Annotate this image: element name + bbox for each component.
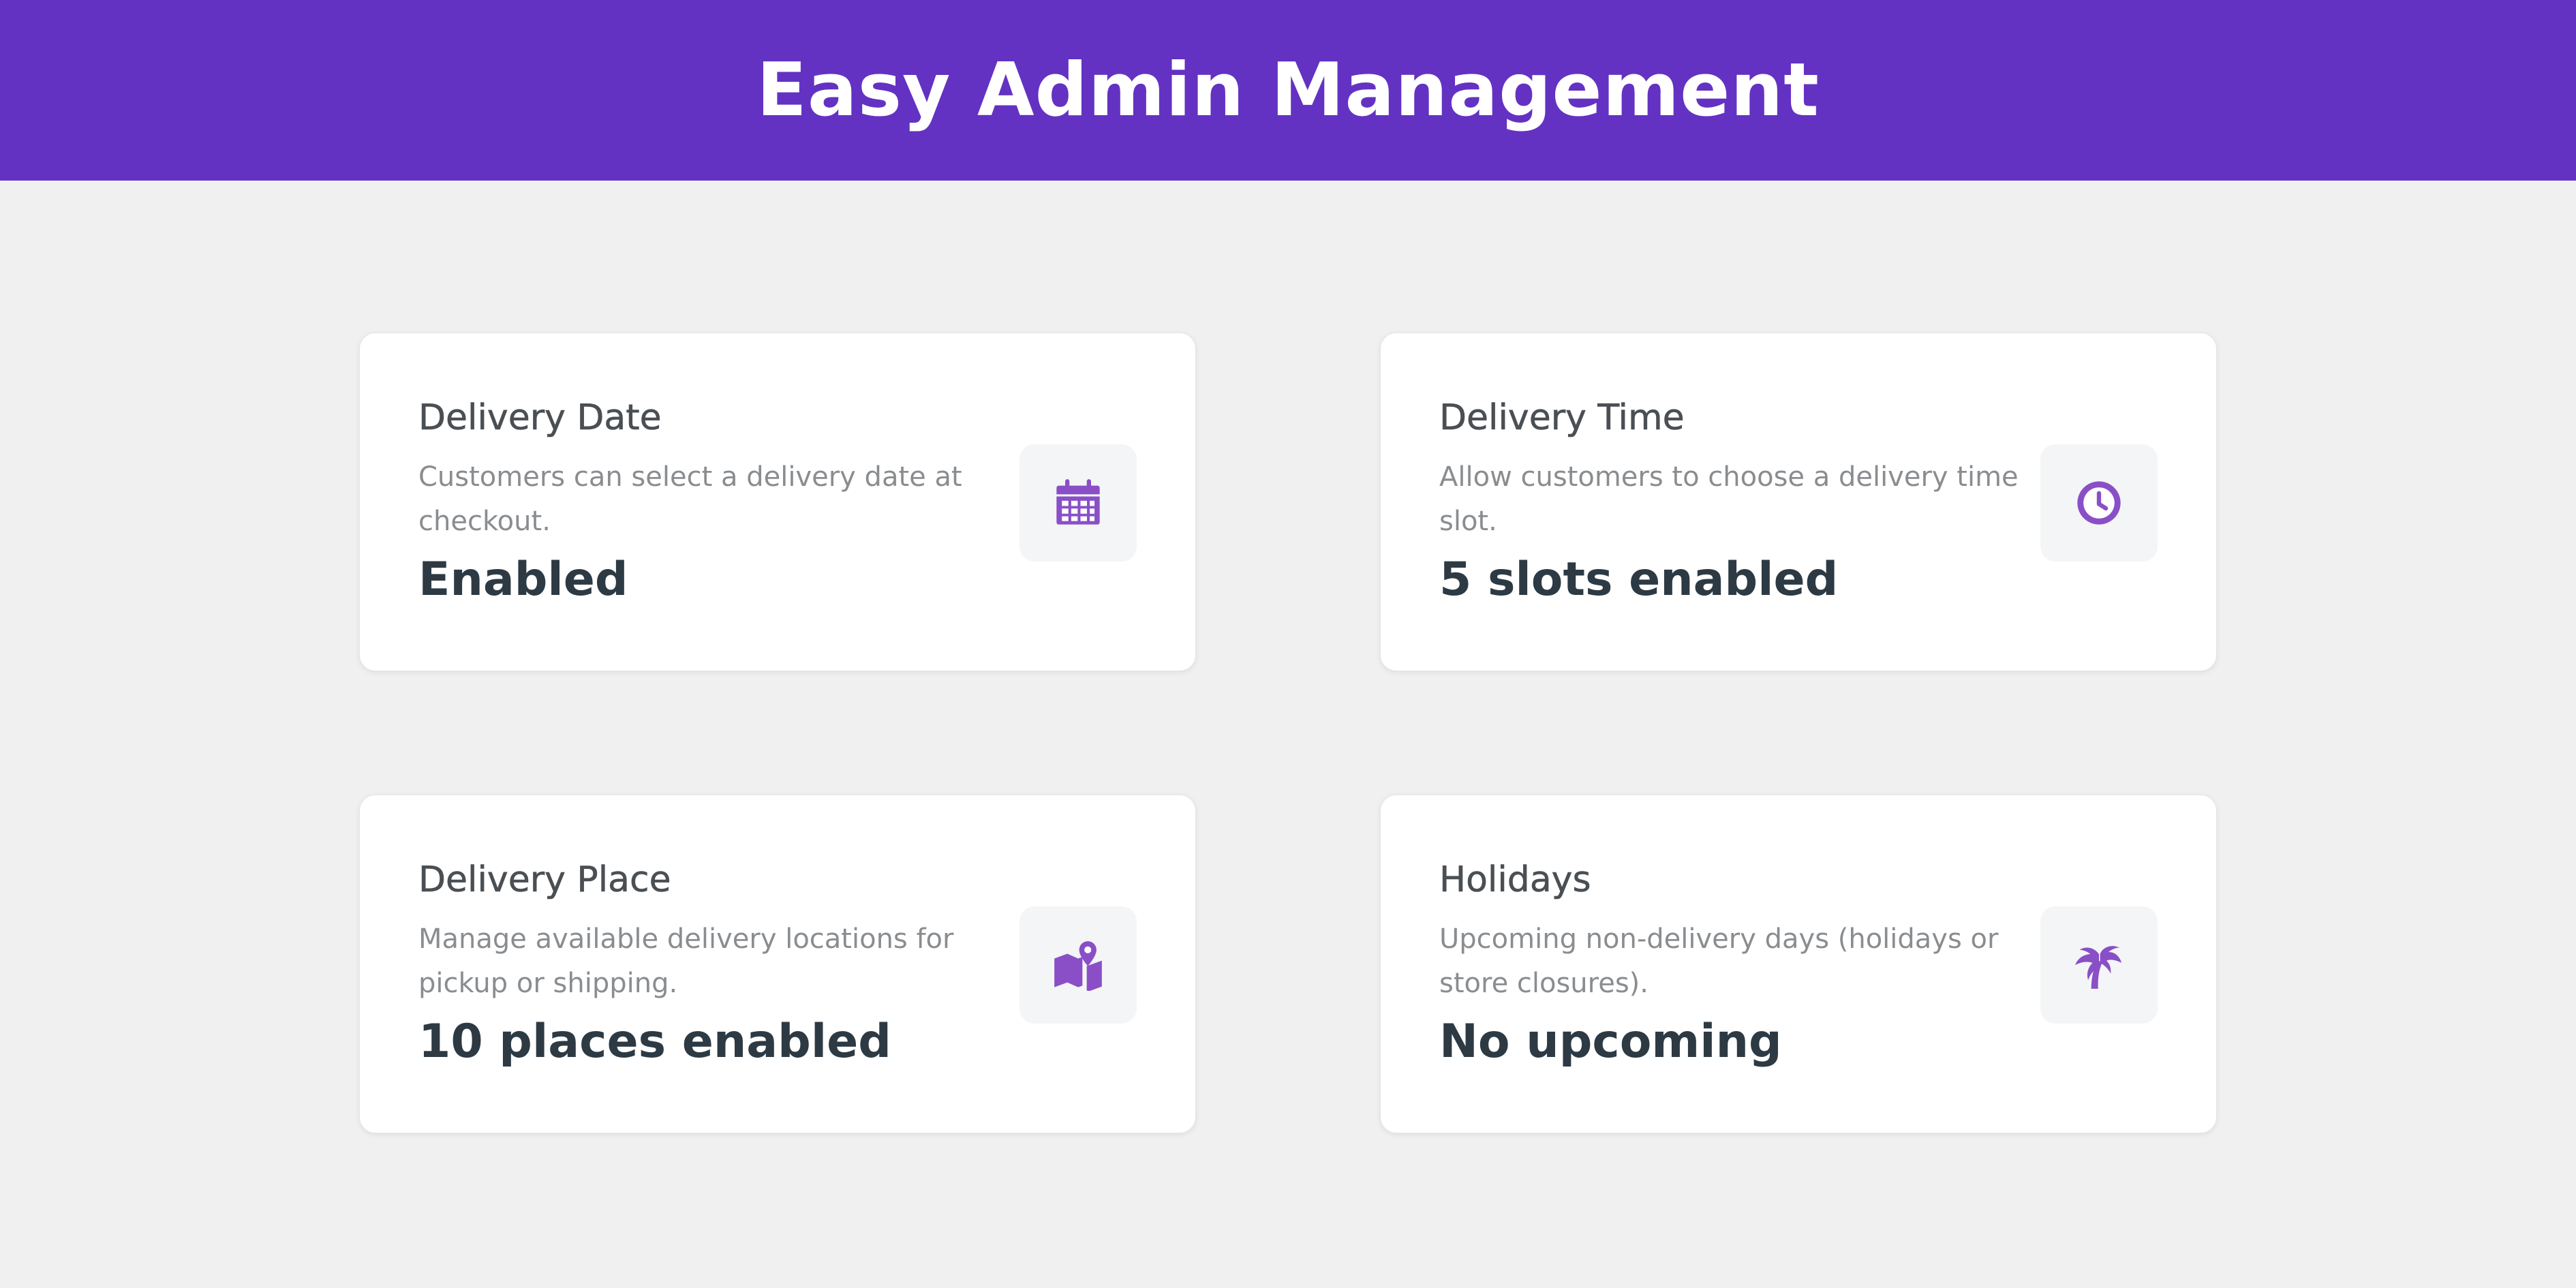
delivery-time-card[interactable]: Delivery Time Allow customers to choose … — [1380, 333, 2217, 671]
card-value: Enabled — [418, 552, 628, 607]
card-value: 10 places enabled — [418, 1014, 891, 1069]
card-description: Customers can select a delivery date at … — [418, 461, 962, 537]
card-title: Delivery Date — [418, 397, 662, 438]
page-title: Easy Admin Management — [756, 48, 1820, 133]
calendar-icon — [1019, 444, 1137, 562]
card-description: Allow customers to choose a delivery tim… — [1439, 461, 2019, 537]
map-pin-icon — [1019, 906, 1137, 1024]
card-description: Upcoming non-delivery days (holidays or … — [1439, 923, 1999, 999]
delivery-date-card[interactable]: Delivery Date Customers can select a del… — [359, 333, 1196, 671]
holidays-card[interactable]: Holidays Upcoming non-delivery days (hol… — [1380, 795, 2217, 1133]
card-value: 5 slots enabled — [1439, 552, 1839, 607]
card-title: Delivery Time — [1439, 397, 1685, 438]
card-description: Manage available delivery locations for … — [418, 923, 954, 999]
card-content: Delivery Date Customers can select a del… — [418, 333, 1018, 671]
clock-icon — [2040, 444, 2158, 562]
delivery-place-card[interactable]: Delivery Place Manage available delivery… — [359, 795, 1196, 1133]
card-title: Holidays — [1439, 859, 1591, 900]
card-content: Holidays Upcoming non-delivery days (hol… — [1439, 795, 2039, 1133]
card-title: Delivery Place — [418, 859, 671, 900]
card-value: No upcoming — [1439, 1014, 1782, 1069]
card-content: Delivery Time Allow customers to choose … — [1439, 333, 2039, 671]
card-content: Delivery Place Manage available delivery… — [418, 795, 1018, 1133]
palm-tree-icon — [2040, 906, 2158, 1024]
page-header: Easy Admin Management — [0, 0, 2576, 181]
